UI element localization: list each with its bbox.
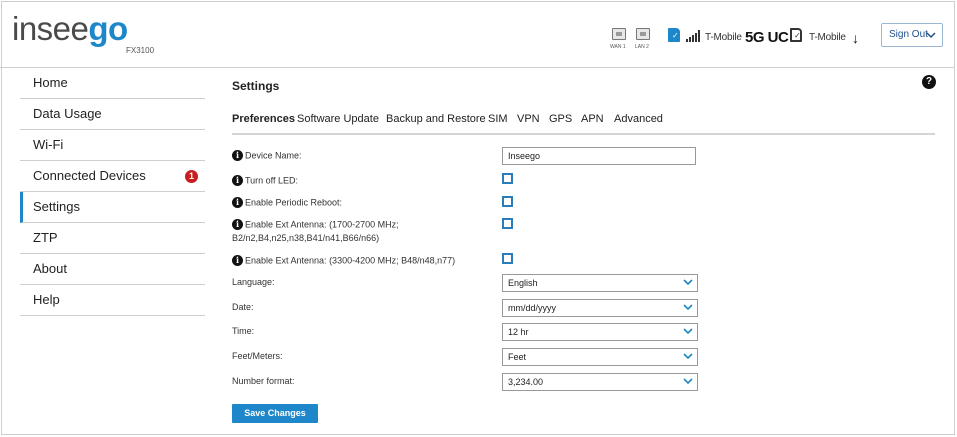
date-format-select[interactable]: mm/dd/yyyy [502,299,698,317]
time-format-value: 12 hr [508,327,529,337]
date-format-value: mm/dd/yyyy [508,303,557,313]
signal-strength-icon [686,30,702,42]
tab-advanced[interactable]: Advanced [614,113,663,125]
carrier-name-primary: T-Mobile [705,32,742,43]
info-icon[interactable]: i [232,219,243,231]
sidebar-item-data-usage[interactable]: Data Usage [20,99,205,130]
settings-tabs: Preferences Software Update Backup and R… [232,113,935,135]
chevron-down-icon [683,279,693,286]
sidebar-item-settings[interactable]: Settings [20,192,205,223]
led-label: i Turn off LED: [232,174,298,187]
ext-antenna-1-checkbox[interactable] [502,218,513,229]
tab-software-update[interactable]: Software Update [297,113,379,125]
lan-port-label: LAN 2 [635,44,649,50]
label-text: Enable Ext Antenna: (1700-2700 MHz; [245,219,399,230]
info-icon[interactable]: i [232,197,243,209]
page-title: Settings [232,79,280,93]
sidebar-item-label: About [33,261,67,276]
sidebar-item-help[interactable]: Help [20,285,205,316]
logo-text-part2: go [88,10,128,47]
info-icon[interactable]: i [232,175,243,187]
tab-apn[interactable]: APN [581,113,604,125]
inseego-logo: inseego [12,12,128,46]
sidebar-item-home[interactable]: Home [20,68,205,99]
chevron-down-icon [683,304,693,311]
ext-antenna-1-label: i Enable Ext Antenna: (1700-2700 MHz; [232,218,399,231]
label-text: Enable Periodic Reboot: [245,197,343,208]
sidebar-item-label: Settings [33,199,80,214]
sim-icon: ✓ [790,28,802,42]
units-select[interactable]: Feet [502,348,698,366]
sidebar-nav: Home Data Usage Wi-Fi Connected Devices 1… [20,68,205,316]
device-name-label: i Device Name: [232,149,302,162]
sign-out-button[interactable]: Sign Out [881,23,943,47]
chevron-down-icon [926,24,936,55]
sign-out-label: Sign Out [889,29,928,40]
sim-active-icon: ✓ [668,28,680,42]
sidebar-item-label: Help [33,292,60,307]
periodic-reboot-checkbox[interactable] [502,196,513,207]
sidebar-item-label: Data Usage [33,106,102,121]
number-format-label: Number format: [232,376,295,386]
label-text: Turn off LED: [245,175,299,186]
number-format-value: 3,234.00 [508,377,544,387]
sidebar-item-label: ZTP [33,230,58,245]
chevron-down-icon [683,353,693,360]
header: inseego FX3100 WAN 1 LAN 2 ✓ T-Mobile 5G… [0,0,955,68]
tab-vpn[interactable]: VPN [517,113,540,125]
units-label: Feet/Meters: [232,351,283,361]
number-format-select[interactable]: 3,234.00 [502,373,698,391]
periodic-reboot-label: i Enable Periodic Reboot: [232,196,342,209]
tab-gps[interactable]: GPS [549,113,572,125]
sidebar-item-label: Home [33,75,68,90]
network-type: 5G UC [745,29,789,46]
info-icon[interactable]: i [232,255,243,267]
notification-badge: 1 [185,170,198,183]
units-value: Feet [508,352,527,362]
date-label: Date: [232,302,254,312]
device-name-input[interactable]: Inseego [502,147,696,165]
sidebar-item-ztp[interactable]: ZTP [20,223,205,254]
tab-sim[interactable]: SIM [488,113,508,125]
label-text: Device Name: [245,150,302,161]
tab-preferences[interactable]: Preferences [232,113,295,125]
ethernet-port-icon [612,28,626,40]
device-model: FX3100 [126,46,155,55]
language-value: English [508,278,538,288]
download-arrow-icon: ↓ [852,30,859,46]
sidebar-item-about[interactable]: About [20,254,205,285]
logo-text-part1: insee [12,10,89,47]
chevron-down-icon [683,328,693,335]
language-select[interactable]: English [502,274,698,292]
chevron-down-icon [683,378,693,385]
sidebar-item-connected-devices[interactable]: Connected Devices 1 [20,161,205,192]
save-changes-button[interactable]: Save Changes [232,404,318,423]
tab-backup-restore[interactable]: Backup and Restore [386,113,486,125]
sidebar-item-wifi[interactable]: Wi-Fi [20,130,205,161]
led-checkbox[interactable] [502,173,513,184]
ext-antenna-1-label-bands: B2/n2,B4,n25,n38,B41/n41,B66/n66) [232,233,380,243]
time-format-select[interactable]: 12 hr [502,323,698,341]
carrier-name-secondary: T-Mobile [809,32,846,43]
language-label: Language: [232,277,275,287]
info-icon[interactable]: i [232,150,243,162]
wan-port-label: WAN 1 [610,44,626,50]
ethernet-port-icon [636,28,650,40]
time-label: Time: [232,326,255,336]
help-icon[interactable]: ? [922,75,936,89]
ext-antenna-2-label: i Enable Ext Antenna: (3300-4200 MHz; B48… [232,254,455,267]
sidebar-item-label: Wi-Fi [33,137,64,152]
ext-antenna-2-checkbox[interactable] [502,253,513,264]
sidebar-item-label: Connected Devices [33,168,146,183]
label-text: Enable Ext Antenna: (3300-4200 MHz; B48/… [245,255,456,266]
